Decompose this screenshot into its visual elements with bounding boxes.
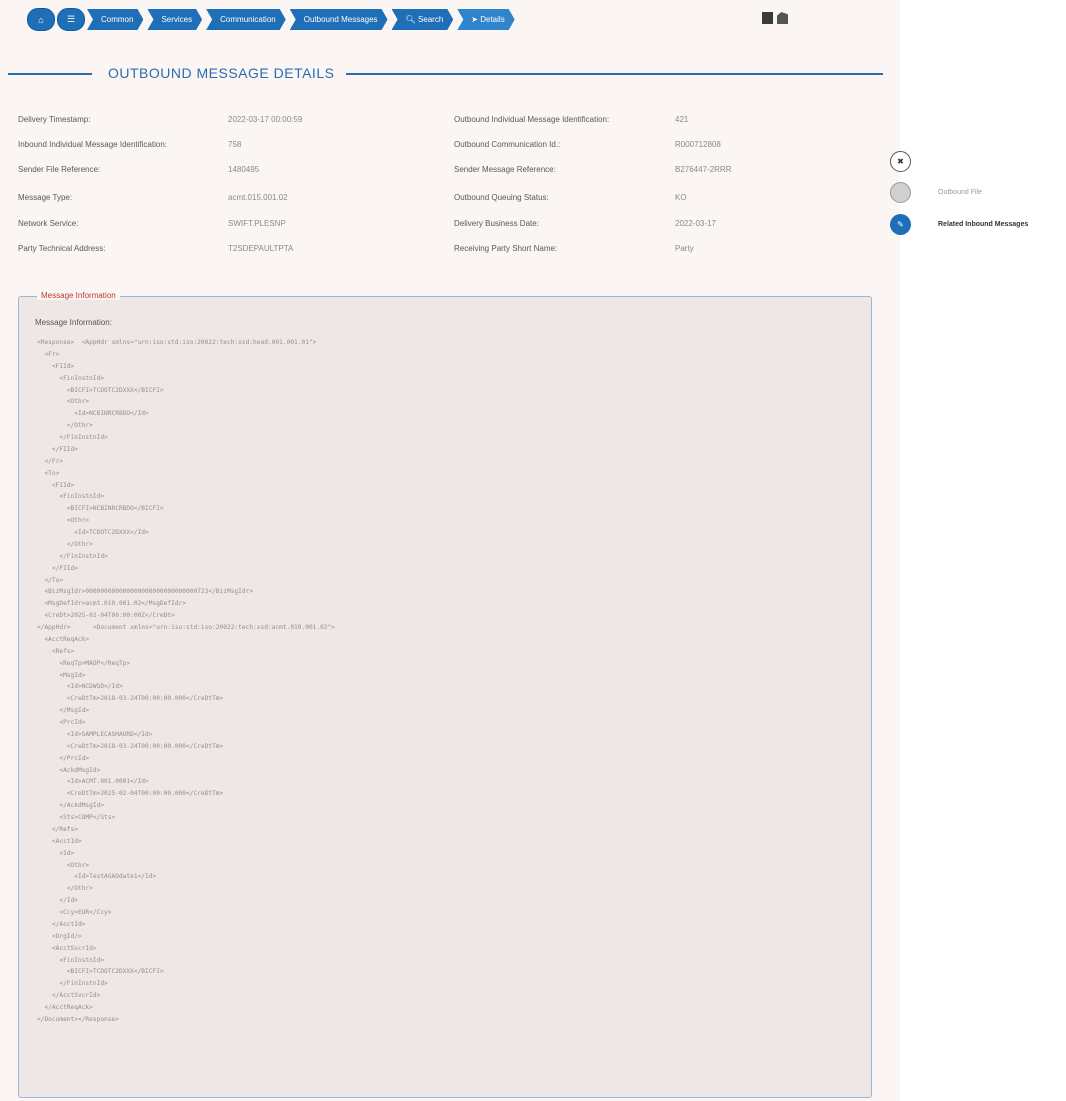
detail-outbound-communication-id: Outbound Communication Id.: — [454, 140, 560, 154]
page-title: OUTBOUND MESSAGE DETAILS — [108, 65, 335, 81]
toolbar-icons — [762, 12, 788, 24]
breadcrumb-item-search[interactable]: 🔍︎ Search — [392, 9, 454, 30]
title-divider-left — [8, 73, 92, 75]
breadcrumb-item-details[interactable]: ➤ Details — [457, 9, 514, 30]
message-xml-content: <Response> <AppHdr xmlns="urn:iso:std:is… — [37, 339, 336, 1023]
message-information-legend: Message Information — [37, 291, 120, 300]
detail-value-wrap: 758 — [228, 140, 241, 154]
detail-value: Party — [675, 244, 694, 253]
action-close[interactable]: ✖ — [890, 151, 911, 172]
detail-party-technical-address: Party Technical Address: — [18, 244, 105, 258]
action-related-inbound-messages[interactable]: ✎ Related Inbound Messages — [890, 214, 1028, 235]
action-outbound-file[interactable]: Outbound File — [890, 182, 982, 203]
edit-icon[interactable]: ✎ — [890, 214, 911, 235]
detail-value: acmt.015.001.02 — [228, 193, 288, 202]
detail-value-wrap: KO — [675, 193, 687, 207]
detail-outbound-queuing-status: Outbound Queuing Status: — [454, 193, 549, 207]
detail-sender-file-ref: Sender File Reference: — [18, 165, 100, 179]
detail-label: Sender Message Reference: — [454, 165, 556, 174]
detail-label: Delivery Business Date: — [454, 219, 539, 228]
page-title-row: OUTBOUND MESSAGE DETAILS — [8, 63, 883, 85]
search-icon: 🔍︎ — [405, 15, 418, 24]
detail-value-wrap: Party — [675, 244, 694, 258]
detail-value: 1480495 — [228, 165, 260, 174]
detail-value-wrap: SWIFT.PLESNP — [228, 219, 286, 233]
detail-value: 758 — [228, 140, 242, 149]
detail-delivery-timestamp: Delivery Timestamp: — [18, 115, 90, 129]
detail-value-wrap: B276447-2RRR — [675, 165, 731, 179]
detail-value: R000712808 — [675, 140, 721, 149]
detail-network-service: Network Service: — [18, 219, 78, 233]
breadcrumb-item-communication[interactable]: Communication — [206, 9, 286, 30]
breadcrumb-item-outbound-messages[interactable]: Outbound Messages — [290, 9, 388, 30]
detail-value: 2022-03-17 — [675, 219, 716, 228]
detail-label: Message Type: — [18, 193, 73, 202]
message-information-panel: Message Information Message Information:… — [18, 291, 872, 1098]
detail-value-wrap: T2SDEPAULTPTA — [228, 244, 293, 258]
detail-label: Receiving Party Short Name: — [454, 244, 558, 253]
close-icon[interactable]: ✖ — [890, 151, 911, 172]
details-icon: ➤ — [471, 15, 481, 24]
detail-value: SWIFT.PLESNP — [228, 219, 286, 228]
detail-value-wrap: 2022-03-17 00:00:59 — [228, 115, 302, 129]
detail-label: Outbound Individual Message Identificati… — [454, 115, 610, 124]
detail-value-wrap: 2022-03-17 — [675, 219, 716, 233]
detail-value: 2022-03-17 00:00:59 — [228, 115, 303, 124]
detail-outbound-id: Outbound Individual Message Identificati… — [454, 115, 609, 129]
detail-value: KO — [675, 193, 687, 202]
action-outbound-file-label[interactable]: Outbound File — [938, 189, 982, 196]
message-information-label: Message Information: — [35, 318, 112, 327]
detail-receiving-party-short-name: Receiving Party Short Name: — [454, 244, 557, 258]
menu-icon[interactable]: ☰ — [57, 8, 85, 31]
detail-sender-message-ref: Sender Message Reference: — [454, 165, 556, 179]
detail-value-wrap: 421 — [675, 115, 688, 129]
binoculars-icon[interactable] — [777, 12, 788, 24]
breadcrumb-details-label: Details — [480, 15, 505, 24]
breadcrumb-item-common[interactable]: Common — [87, 9, 143, 30]
action-related-inbound-label[interactable]: Related Inbound Messages — [938, 221, 1028, 228]
detail-value-wrap: 1480495 — [228, 165, 259, 179]
detail-label: Outbound Communication Id.: — [454, 140, 561, 149]
detail-message-type: Message Type: — [18, 193, 72, 207]
home-icon[interactable]: ⌂ — [27, 8, 55, 31]
file-icon[interactable] — [890, 182, 911, 203]
detail-value: 421 — [675, 115, 689, 124]
detail-value: T2SDEPAULTPTA — [228, 244, 294, 253]
detail-value: B276447-2RRR — [675, 165, 732, 174]
breadcrumb: ⌂ ☰ Common Services Communication Outbou… — [27, 8, 519, 31]
detail-delivery-business-date: Delivery Business Date: — [454, 219, 539, 233]
detail-label: Inbound Individual Message Identificatio… — [18, 140, 167, 149]
detail-label: Outbound Queuing Status: — [454, 193, 549, 202]
detail-label: Delivery Timestamp: — [18, 115, 91, 124]
breadcrumb-item-services[interactable]: Services — [147, 9, 202, 30]
detail-label: Party Technical Address: — [18, 244, 106, 253]
save-icon[interactable] — [762, 12, 773, 24]
detail-label: Sender File Reference: — [18, 165, 101, 174]
breadcrumb-search-label: Search — [417, 15, 444, 24]
detail-value-wrap: R000712808 — [675, 140, 721, 154]
detail-label: Network Service: — [18, 219, 79, 228]
detail-value-wrap: acmt.015.001.02 — [228, 193, 288, 207]
detail-inbound-id: Inbound Individual Message Identificatio… — [18, 140, 167, 154]
title-divider-right — [346, 73, 883, 75]
